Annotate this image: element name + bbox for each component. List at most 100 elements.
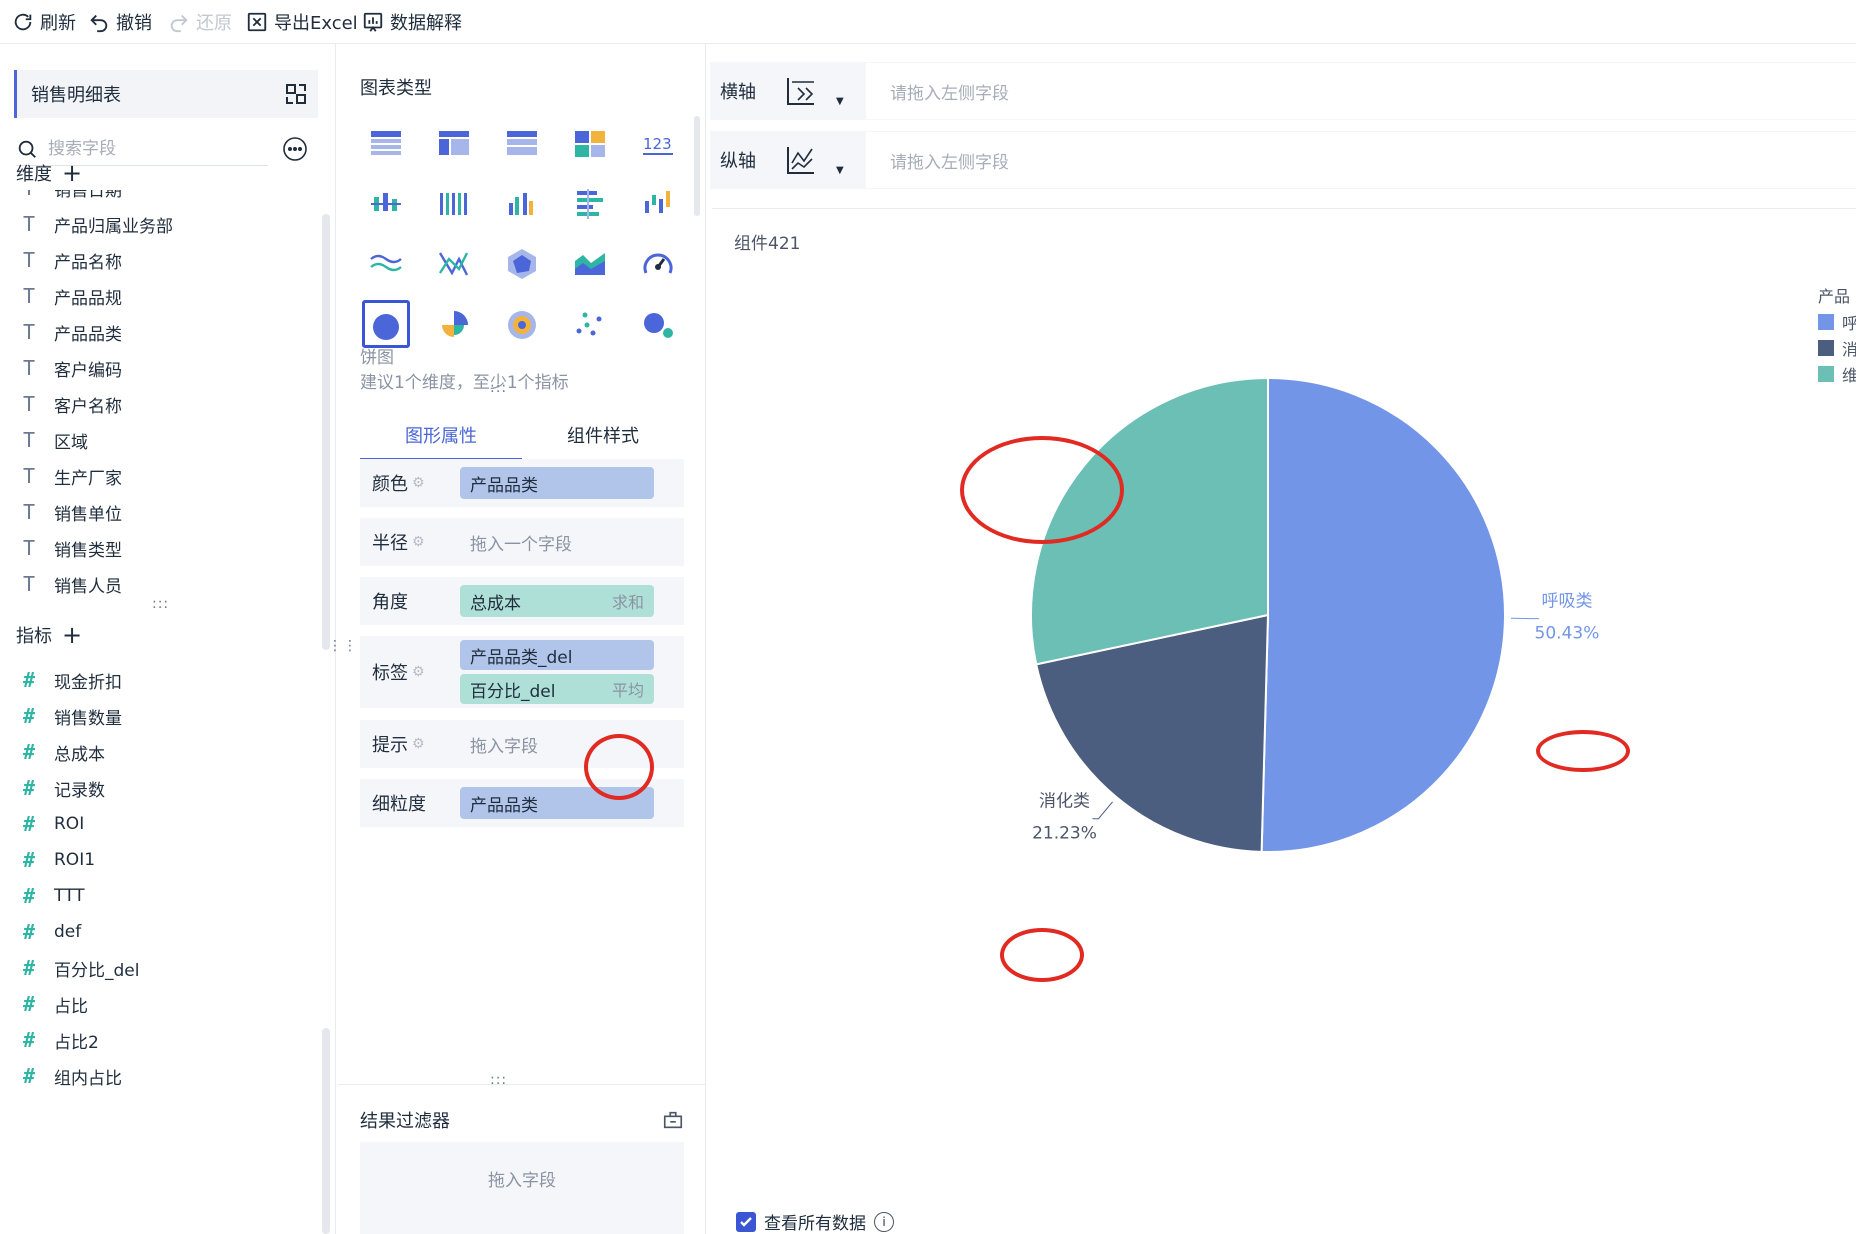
measure-field[interactable]: # def [14, 914, 314, 950]
data-explain-button[interactable]: 数据解释 [362, 6, 462, 38]
result-filter-drop-zone[interactable]: 拖入字段 [360, 1142, 684, 1234]
pie-slice[interactable] [1030, 376, 1269, 666]
refresh-button[interactable]: 刷新 [12, 6, 76, 38]
dimension-scrollbar[interactable] [322, 214, 330, 650]
chart-type-number[interactable]: 123 [634, 120, 682, 168]
dimension-field[interactable]: T 区域 [14, 422, 314, 458]
datasource-selector[interactable]: 销售明细表 [14, 70, 318, 118]
label-field-pill-2[interactable]: 百分比_del 平均 [460, 674, 654, 704]
range-column-icon [645, 191, 670, 213]
chart-type-boxplot[interactable] [362, 180, 410, 228]
dimension-field[interactable]: T 客户名称 [14, 386, 314, 422]
dimension-field[interactable]: T 销售日期 [14, 190, 314, 206]
tooltip-settings-icon[interactable]: ⚙ [412, 736, 425, 752]
tooltip-drop-zone[interactable]: 拖入字段 [460, 732, 538, 757]
number-type-icon: # [22, 920, 36, 944]
filter-resize-handle[interactable]: ::: [490, 1072, 507, 1088]
chart-type-multi-bar[interactable] [430, 180, 478, 228]
chart-type-pie[interactable] [362, 300, 410, 348]
radius-drop-zone[interactable]: 拖入一个字段 [460, 530, 572, 555]
text-type-icon: T [22, 536, 36, 560]
measure-field[interactable]: # 销售数量 [14, 698, 314, 734]
chart-type-bubble[interactable] [634, 300, 682, 348]
add-measure-button[interactable]: + [62, 623, 82, 647]
switch-datasource-icon[interactable] [284, 82, 308, 106]
granularity-field-pill[interactable]: 产品品类 [460, 787, 654, 819]
chart-type-area[interactable] [566, 240, 614, 288]
chart-type-group-table[interactable] [498, 120, 546, 168]
text-type-icon: T [22, 428, 36, 452]
undo-button[interactable]: 撤销 [88, 6, 152, 38]
y-axis-row: 纵轴 ▼ 请拖入左侧字段 [710, 131, 1856, 189]
measure-field[interactable]: # 占比2 [14, 1022, 314, 1058]
chart-type-table[interactable] [362, 120, 410, 168]
chart-type-bar[interactable] [566, 180, 614, 228]
export-excel-button[interactable]: 导出Excel [246, 6, 358, 38]
measure-field[interactable]: # ROI1 [14, 842, 314, 878]
config-resize-handle[interactable]: ::: [490, 380, 507, 396]
pie-slice[interactable] [1260, 376, 1506, 853]
measure-field[interactable]: # 记录数 [14, 770, 314, 806]
field-label: 总成本 [54, 744, 105, 765]
label-aggregation[interactable]: 平均 [612, 677, 644, 701]
number-type-icon: # [22, 1064, 36, 1088]
view-all-checkbox[interactable] [736, 1211, 756, 1232]
measure-scrollbar[interactable] [322, 1028, 330, 1234]
measure-field[interactable]: # TTT [14, 878, 314, 914]
chart-type-radar[interactable] [498, 240, 546, 288]
tab-component-style[interactable]: 组件样式 [522, 414, 684, 461]
view-all-label: 查看所有数据 [764, 1214, 866, 1234]
prop-granularity-label: 细粒度 [372, 794, 426, 815]
chart-type-column[interactable] [498, 180, 546, 228]
dimension-field[interactable]: T 产品品规 [14, 278, 314, 314]
color-settings-icon[interactable]: ⚙ [412, 475, 425, 491]
search-input[interactable] [48, 138, 248, 159]
field-label: ROI1 [54, 850, 96, 870]
label-settings-icon[interactable]: ⚙ [412, 664, 425, 680]
more-options-icon[interactable] [282, 136, 308, 162]
chart-type-detail-table[interactable] [430, 120, 478, 168]
dimension-field[interactable]: T 客户编码 [14, 350, 314, 386]
info-icon[interactable]: i [874, 1211, 894, 1232]
chart-type-multi-pie[interactable] [498, 300, 546, 348]
dimension-field[interactable]: T 销售单位 [14, 494, 314, 530]
group-table-icon [507, 131, 537, 155]
chart-type-multi-line[interactable] [362, 240, 410, 288]
label-field-pill-1[interactable]: 产品品类_del [460, 640, 654, 670]
chart-type-radar-line[interactable] [430, 240, 478, 288]
measure-field[interactable]: # 占比 [14, 986, 314, 1022]
measure-field[interactable]: # 组内占比 [14, 1058, 314, 1094]
filter-settings-icon[interactable] [662, 1109, 684, 1131]
chart-type-scatter[interactable] [566, 300, 614, 348]
section-resize-handle[interactable]: ::: [152, 596, 169, 612]
chart-type-gauge[interactable] [634, 240, 682, 288]
dimension-field[interactable]: T 生产厂家 [14, 458, 314, 494]
y-axis-type-selector[interactable]: ▼ [784, 139, 852, 181]
measure-field[interactable]: # 总成本 [14, 734, 314, 770]
chart-type-kpi-card[interactable] [566, 120, 614, 168]
redo-button[interactable]: 还原 [168, 6, 232, 38]
dimensions-header: 维度 + [16, 160, 82, 186]
color-field-pill[interactable]: 产品品类 [460, 467, 654, 499]
chart-type-range-column[interactable] [634, 180, 682, 228]
tab-graphic-attributes[interactable]: 图形属性 [360, 414, 522, 461]
chart-type-scrollbar[interactable] [694, 116, 700, 216]
add-dimension-button[interactable]: + [62, 161, 82, 185]
angle-aggregation[interactable]: 求和 [612, 589, 644, 613]
result-filter-title: 结果过滤器 [360, 1111, 450, 1132]
y-axis-drop-zone[interactable]: 请拖入左侧字段 [866, 131, 1856, 189]
excel-icon [247, 12, 267, 32]
prop-label: 标签 ⚙ 产品品类_del 百分比_del 平均 [360, 636, 684, 708]
dimension-field[interactable]: T 产品名称 [14, 242, 314, 278]
measure-field[interactable]: # ROI [14, 806, 314, 842]
dimension-field[interactable]: T 销售类型 [14, 530, 314, 566]
angle-field-pill[interactable]: 总成本 求和 [460, 585, 654, 617]
chart-type-rose[interactable] [430, 300, 478, 348]
radius-settings-icon[interactable]: ⚙ [412, 534, 425, 550]
dimension-field[interactable]: T 产品归属业务部 [14, 206, 314, 242]
measure-field[interactable]: # 百分比_del [14, 950, 314, 986]
x-axis-type-selector[interactable]: ▼ [784, 70, 852, 112]
x-axis-drop-zone[interactable]: 请拖入左侧字段 [866, 62, 1856, 120]
measure-field[interactable]: # 现金折扣 [14, 662, 314, 698]
dimension-field[interactable]: T 产品品类 [14, 314, 314, 350]
